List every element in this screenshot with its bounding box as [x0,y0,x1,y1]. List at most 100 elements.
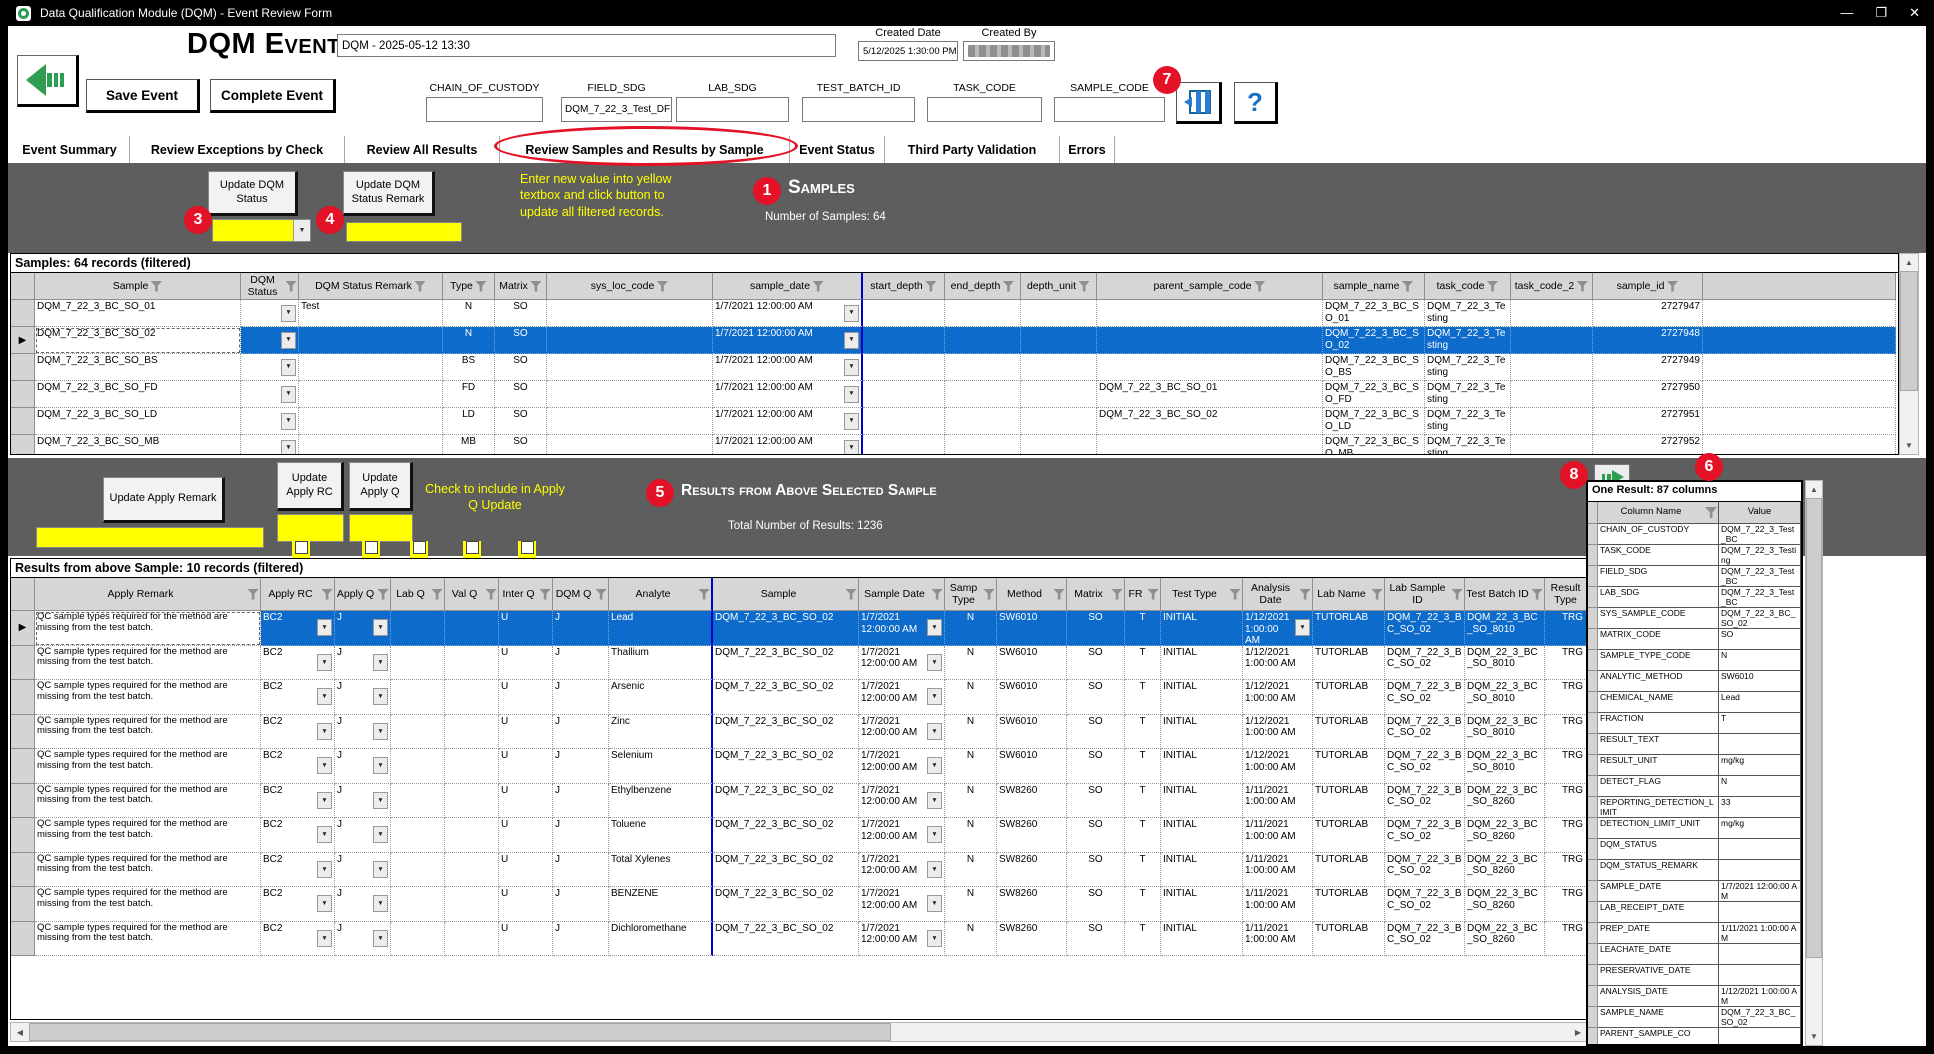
samples-cell-matrix[interactable]: SO [495,327,547,354]
samples-cell-end-depth[interactable] [945,408,1021,435]
results-cell-apply-remark[interactable]: QC sample types required for the method … [35,853,261,888]
detail-row[interactable]: DETECT_FLAGN [1588,776,1801,797]
results-cell-lab-name[interactable]: TUTORLAB [1313,680,1385,715]
samples-col-header-matrix[interactable]: Matrix [495,273,547,300]
results-cell-val-q[interactable] [445,922,499,957]
samples-cell-dqm-status-remark[interactable] [299,435,443,455]
tab-event-summary[interactable]: Event Summary [10,136,130,163]
samples-cell-task-code[interactable]: DQM_7_22_3_Testing [1425,381,1511,408]
detail-row[interactable]: SAMPLE_DATE1/7/2021 12:00:00 AM [1588,881,1801,902]
dropdown-button[interactable]: ▼ [373,654,388,671]
samples-cell-parent-sample-code[interactable] [1097,354,1323,381]
results-cell-apply-q[interactable]: J▼ [335,715,391,750]
row-selector[interactable] [11,646,35,681]
filter-icon[interactable] [247,589,259,600]
filter-icon[interactable] [539,589,551,600]
results-cell-test-type[interactable]: INITIAL [1161,680,1243,715]
filter-icon[interactable] [1576,281,1588,292]
results-col-header-analyte[interactable]: Analyte [609,578,713,611]
results-cell-result-type[interactable]: TRG [1545,646,1587,681]
filter-icon[interactable] [1078,281,1090,292]
results-cell-samp-type[interactable]: N [945,611,997,646]
row-selector[interactable] [11,381,35,408]
dropdown-button[interactable]: ▼ [373,895,388,912]
samples-cell-sample[interactable]: DQM_7_22_3_BC_SO_BS [35,354,241,381]
results-cell-inter-q[interactable]: U [499,887,553,922]
results-cell-test-type[interactable]: INITIAL [1161,922,1243,957]
filter-icon[interactable] [1401,281,1413,292]
results-cell-apply-remark[interactable]: QC sample types required for the method … [35,680,261,715]
row-selector[interactable] [11,818,35,853]
results-cell-dqm-q[interactable]: J [553,646,609,681]
dropdown-button[interactable]: ▼ [927,930,942,947]
results-cell-analyte[interactable]: Total Xylenes [609,853,713,888]
results-cell-apply-q[interactable]: J▼ [335,887,391,922]
results-cell-sample-date[interactable]: 1/7/2021 12:00:00 AM▼ [859,784,945,819]
filter-icon[interactable] [321,589,333,600]
results-cell-sample[interactable]: DQM_7_22_3_BC_SO_02 [713,646,859,681]
results-cell-val-q[interactable] [445,680,499,715]
samples-cell-dqm-status[interactable]: ▼ [241,300,299,327]
results-cell-matrix[interactable]: SO [1067,680,1125,715]
scroll-down-icon[interactable]: ▼ [1900,437,1918,454]
detail-row[interactable]: DQM_STATUS_REMARK [1588,860,1801,881]
dropdown-button[interactable]: ▼ [373,826,388,843]
results-cell-test-batch-id[interactable]: DQM_22_3_BC_SO_8010 [1465,646,1545,681]
field-input-test-batch-id[interactable] [802,97,915,122]
samples-row[interactable]: DQM_7_22_3_BC_SO_FD▼FDSO1/7/2021 12:00:0… [11,381,1898,408]
samples-cell-parent-sample-code[interactable] [1097,435,1323,455]
dropdown-button[interactable]: ▼ [844,413,859,430]
row-selector[interactable] [11,853,35,888]
results-cell-sample[interactable]: DQM_7_22_3_BC_SO_02 [713,784,859,819]
filter-icon[interactable] [1229,589,1241,600]
complete-event-button[interactable]: Complete Event [210,79,336,113]
apply-remark-input[interactable] [36,527,264,548]
results-cell-test-batch-id[interactable]: DQM_22_3_BC_SO_8260 [1465,818,1545,853]
samples-cell-task-code[interactable]: DQM_7_22_3_Testing [1425,408,1511,435]
results-cell-analysis-date[interactable]: 1/11/2021 1:00:00 AM [1243,887,1313,922]
results-cell-lab-sample-id[interactable]: DQM_7_22_3_BC_SO_02 [1385,922,1465,957]
filter-icon[interactable] [925,281,937,292]
results-cell-dqm-q[interactable]: J [553,818,609,853]
results-cell-apply-remark[interactable]: QC sample types required for the method … [35,611,261,646]
filter-icon[interactable] [1531,589,1543,600]
samples-cell-depth-unit[interactable] [1021,327,1097,354]
results-cell-matrix[interactable]: SO [1067,818,1125,853]
row-selector[interactable] [1588,1028,1598,1046]
back-button[interactable] [17,55,79,107]
samples-cell-sample-name[interactable]: DQM_7_22_3_BC_SO_MB [1323,435,1425,455]
results-cell-fr[interactable]: T [1125,680,1161,715]
samples-cell-sample-name[interactable]: DQM_7_22_3_BC_SO_FD [1323,381,1425,408]
samples-cell-task-code[interactable]: DQM_7_22_3_Testing [1425,300,1511,327]
apply-q-checkbox-5[interactable] [518,541,536,559]
row-selector[interactable] [1588,587,1598,608]
samples-cell-sample-id[interactable]: 2727952 [1593,435,1703,455]
results-col-header-apply-q[interactable]: Apply Q [335,578,391,611]
dropdown-button[interactable]: ▼ [373,861,388,878]
samples-row[interactable]: DQM_7_22_3_BC_SO_MB▼MBSO1/7/2021 12:00:0… [11,435,1898,455]
samples-cell-sample-date[interactable]: 1/7/2021 12:00:00 AM▼ [713,300,863,327]
results-cell-analyte[interactable]: Lead [609,611,713,646]
filter-icon[interactable] [1451,589,1463,600]
row-selector[interactable] [11,300,35,327]
results-col-header-fr[interactable]: FR [1125,578,1161,611]
results-cell-fr[interactable]: T [1125,784,1161,819]
results-cell-method[interactable]: SW8260 [997,784,1067,819]
results-cell-inter-q[interactable]: U [499,611,553,646]
samples-cell--fill[interactable] [1703,354,1896,381]
results-col-header-sample[interactable]: Sample [713,578,859,611]
results-cell-test-type[interactable]: INITIAL [1161,818,1243,853]
detail-row[interactable]: PRESERVATIVE_DATE [1588,965,1801,986]
results-cell-lab-name[interactable]: TUTORLAB [1313,611,1385,646]
results-cell-dqm-q[interactable]: J [553,680,609,715]
samples-cell--fill[interactable] [1703,327,1896,354]
results-cell-apply-remark[interactable]: QC sample types required for the method … [35,887,261,922]
dropdown-button[interactable]: ▼ [927,826,942,843]
samples-cell-dqm-status-remark[interactable] [299,381,443,408]
results-cell-apply-q[interactable]: J▼ [335,749,391,784]
samples-cell-sample[interactable]: DQM_7_22_3_BC_SO_02 [35,327,241,354]
results-row[interactable]: QC sample types required for the method … [11,749,1587,784]
dropdown-button[interactable]: ▼ [844,386,859,403]
detail-row[interactable]: DQM_STATUS [1588,839,1801,860]
results-cell-sample[interactable]: DQM_7_22_3_BC_SO_02 [713,853,859,888]
